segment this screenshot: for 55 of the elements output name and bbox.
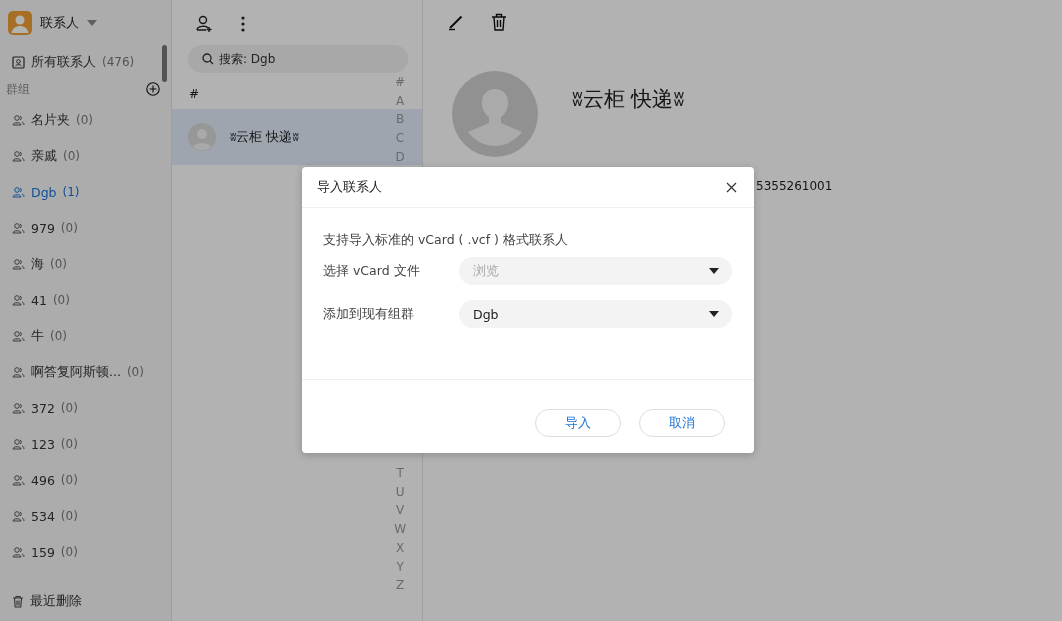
caret-icon [709,268,719,274]
field-label: 选择 vCard 文件 [323,262,421,280]
people-icon [12,366,25,378]
phone-number: 5355261001 [756,179,833,193]
groups-heading: 群组 [6,80,30,98]
group-item[interactable]: 名片夹 (0) [0,102,171,138]
dialog-title: 导入联系人 [317,178,382,196]
avatar-icon [452,71,538,157]
contact-card-icon [12,55,25,69]
dialog-button[interactable]: 取消 [639,408,725,437]
close-icon[interactable] [726,181,737,193]
group-item[interactable]: 123 (0) [0,426,171,462]
add-contact-icon[interactable] [196,15,214,33]
scrollbar-thumb[interactable] [162,45,167,82]
group-item[interactable]: 41 (0) [0,282,171,318]
people-icon [12,402,25,414]
search-field[interactable]: 搜索: Dgb [188,45,408,73]
dropdown-field[interactable]: Dgb [459,300,732,328]
app-title[interactable]: 联系人 [40,14,79,32]
group-item[interactable]: 159 (0) [0,534,171,570]
dialog-description: 支持导入标准的 vCard ( .vcf ) 格式联系人 [323,232,569,249]
group-item[interactable]: 啊答复阿斯顿... (0) [0,354,171,390]
people-icon [12,438,25,450]
people-icon [12,546,25,558]
people-icon [12,510,25,522]
people-icon [12,330,25,342]
group-item[interactable]: 979 (0) [0,210,171,246]
group-item[interactable]: 牛 (0) [0,318,171,354]
field-label: 添加到现有组群 [323,305,415,323]
people-icon [12,186,25,198]
contacts-app-icon [8,11,32,35]
people-icon [12,294,25,306]
section-header: # [189,87,200,103]
people-icon [12,474,25,486]
trash-icon [12,594,24,608]
delete-icon[interactable] [491,13,507,31]
caret-icon [709,311,719,317]
recently-deleted-item[interactable]: 最近删除 [0,583,171,619]
contact-name: ʬ云柜 快递ʬ [572,86,685,113]
add-icon[interactable] [146,82,160,96]
group-item[interactable]: Dgb (1) [0,174,171,210]
people-icon [12,150,25,162]
group-item[interactable]: 496 (0) [0,462,171,498]
more-icon[interactable] [241,16,245,32]
caret-icon[interactable] [87,20,97,26]
group-item[interactable]: 海 (0) [0,246,171,282]
people-icon [12,222,25,234]
group-item[interactable]: 372 (0) [0,390,171,426]
edit-icon[interactable] [447,13,465,31]
people-icon [12,114,25,126]
people-icon [12,258,25,270]
group-item[interactable]: 亲戚 (0) [0,138,171,174]
dialog-button[interactable]: 导入 [535,408,621,437]
all-contacts-item[interactable]: 所有联系人 (476) [0,44,171,80]
group-item[interactable]: 534 (0) [0,498,171,534]
